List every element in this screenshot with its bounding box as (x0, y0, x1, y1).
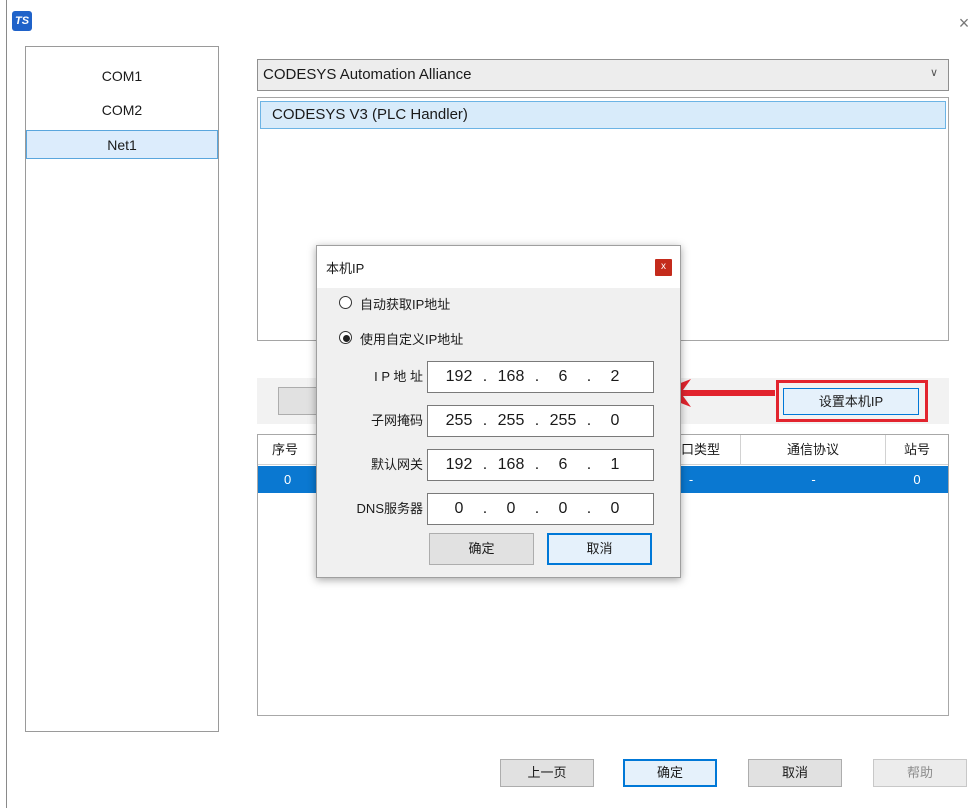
radio-custom-ip[interactable] (339, 331, 352, 344)
set-local-ip-button[interactable]: 设置本机IP (783, 388, 919, 415)
mask-octet[interactable]: 255 (492, 412, 530, 430)
col-header-port-type: 口类型 (681, 435, 741, 465)
protocol-item[interactable]: CODESYS V3 (PLC Handler) (260, 101, 946, 129)
dns-label: DNS服务器 (356, 501, 423, 516)
vendor-select[interactable]: CODESYS Automation Alliance (257, 59, 949, 91)
ip-octet[interactable]: 6 (544, 368, 582, 386)
dns-field[interactable]: 0. 0. 0. 0 (427, 493, 654, 525)
ip-octet[interactable]: 192 (440, 368, 478, 386)
dialog-title-bar (317, 246, 680, 288)
subnet-mask-field[interactable]: 255. 255. 255. 0 (427, 405, 654, 437)
dns-octet[interactable]: 0 (492, 500, 530, 518)
mask-octet[interactable]: 0 (596, 412, 634, 430)
dialog-ok-button[interactable]: 确定 (429, 533, 534, 565)
cell-port-type: - (688, 472, 694, 487)
gateway-label: 默认网关 (370, 457, 423, 472)
dns-octet[interactable]: 0 (596, 500, 634, 518)
dns-octet[interactable]: 0 (544, 500, 582, 518)
gateway-octet[interactable]: 1 (596, 456, 634, 474)
radio-checked-dot (343, 335, 350, 342)
cell-station: 0 (913, 472, 921, 487)
col-header-index: 序号 (258, 435, 318, 465)
prev-page-button[interactable]: 上一页 (500, 759, 594, 787)
ip-address-field[interactable]: 192. 168. 6. 2 (427, 361, 654, 393)
dialog-cancel-button[interactable]: 取消 (547, 533, 652, 565)
subnet-mask-label: 子网掩码 (370, 413, 423, 428)
cell-index: 0 (284, 472, 292, 487)
port-item-com1[interactable]: COM1 (26, 62, 218, 91)
ok-button[interactable]: 确定 (623, 759, 717, 787)
dns-octet[interactable]: 0 (440, 500, 478, 518)
app-logo-icon: TS (12, 11, 32, 31)
port-item-com2[interactable]: COM2 (26, 96, 218, 125)
radio-auto-ip-label[interactable]: 自动获取IP地址 (360, 294, 450, 313)
cancel-button[interactable]: 取消 (748, 759, 842, 787)
help-button[interactable]: 帮助 (873, 759, 967, 787)
dialog-close-icon[interactable]: x (655, 259, 672, 276)
radio-custom-ip-label[interactable]: 使用自定义IP地址 (360, 329, 463, 348)
chevron-down-icon[interactable]: ∨ (930, 66, 942, 80)
title-bar (7, 0, 976, 44)
port-list: COM1 COM2 Net1 (25, 46, 219, 732)
gateway-octet[interactable]: 168 (492, 456, 530, 474)
ip-address-label: I P 地 址 (374, 369, 423, 384)
col-header-protocol: 通信协议 (741, 435, 886, 465)
ip-octet[interactable]: 2 (596, 368, 634, 386)
cell-protocol: - (811, 472, 816, 487)
ip-octet[interactable]: 168 (492, 368, 530, 386)
radio-auto-ip[interactable] (339, 296, 352, 309)
local-ip-dialog: 本机IP x 自动获取IP地址 使用自定义IP地址 I P 地 址 192. 1… (316, 245, 681, 578)
port-item-net1[interactable]: Net1 (26, 130, 218, 159)
window-close-icon[interactable]: × (955, 14, 973, 32)
mask-octet[interactable]: 255 (440, 412, 478, 430)
dialog-title: 本机IP (326, 261, 365, 276)
gateway-octet[interactable]: 192 (440, 456, 478, 474)
gateway-octet[interactable]: 6 (544, 456, 582, 474)
mask-octet[interactable]: 255 (544, 412, 582, 430)
gateway-field[interactable]: 192. 168. 6. 1 (427, 449, 654, 481)
col-header-station: 站号 (886, 435, 948, 465)
